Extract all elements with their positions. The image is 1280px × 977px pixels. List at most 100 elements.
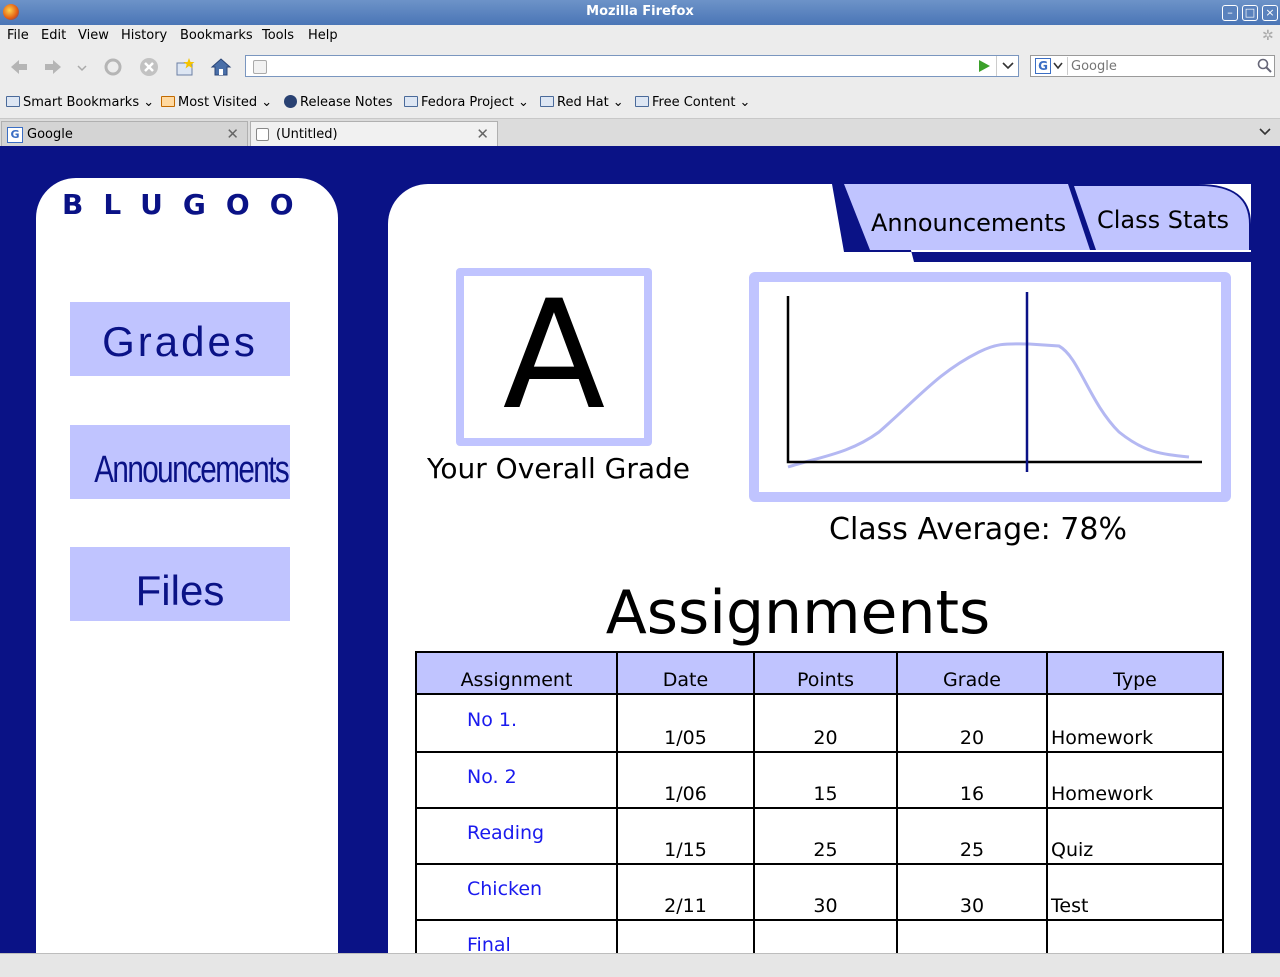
bookmark-fedora-project[interactable]: Fedora Project ⌄	[404, 95, 529, 110]
column-header-grade: Grade	[896, 651, 1048, 695]
maximize-button[interactable]: □	[1242, 5, 1258, 21]
sidebar-item-announcements[interactable]: Announcements	[70, 425, 290, 499]
assignment-grade: 25	[896, 807, 1048, 865]
assignment-points: 25	[753, 807, 898, 865]
folder-icon	[540, 96, 554, 107]
assignments-heading: Assignments	[605, 578, 991, 648]
reload-icon[interactable]	[102, 56, 124, 78]
url-dropdown-button[interactable]	[996, 56, 1019, 76]
chart-axes	[786, 296, 1202, 464]
back-icon[interactable]	[8, 56, 30, 78]
bookmarks-toolbar: Smart Bookmarks ⌄ Most Visited ⌄ Release…	[0, 88, 1280, 119]
search-bar[interactable]: G	[1030, 55, 1275, 77]
tab-class-stats[interactable]: Class Stats	[1097, 206, 1229, 234]
history-dropdown-icon[interactable]	[74, 56, 90, 78]
table-row: No 1. 1/05 20 20 Homework	[415, 693, 1224, 753]
search-icon[interactable]	[1257, 58, 1272, 73]
menu-file[interactable]: File	[7, 28, 29, 43]
fedora-icon	[284, 95, 297, 108]
page-favicon-icon	[256, 128, 269, 141]
status-bar	[0, 953, 1280, 977]
bookmark-most-visited[interactable]: Most Visited ⌄	[161, 95, 272, 110]
assignment-points: 40	[753, 919, 898, 953]
assignments-table: Assignment Date Points Grade Type No 1. …	[415, 651, 1224, 953]
page-identity-icon	[253, 60, 267, 74]
search-input[interactable]	[1071, 57, 1251, 75]
sidebar-item-grades[interactable]: Grades	[70, 302, 290, 376]
navigation-toolbar: G	[0, 46, 1280, 88]
menu-tools[interactable]: Tools	[262, 28, 294, 43]
assignment-type: Homework	[1046, 693, 1224, 753]
table-row: Final 2/12 40 40 Final	[415, 919, 1224, 953]
close-tab-icon[interactable]: ✕	[226, 125, 239, 143]
forward-icon[interactable]	[42, 56, 64, 78]
assignment-type: Homework	[1046, 751, 1224, 809]
google-favicon-icon: G	[7, 127, 23, 143]
google-icon: G	[1035, 58, 1051, 74]
assignment-type: Test	[1046, 863, 1224, 921]
main-panel: Announcements Class Stats A Your Overall…	[388, 184, 1251, 953]
close-tab-icon[interactable]: ✕	[476, 125, 489, 143]
tab-strip: G Google ✕ (Untitled) ✕	[0, 119, 1280, 146]
logo: BLUGOO	[62, 188, 314, 221]
bookmark-free-content[interactable]: Free Content ⌄	[635, 95, 750, 110]
chevron-down-icon	[1002, 62, 1014, 70]
stop-icon[interactable]	[138, 56, 160, 78]
assignment-points: 30	[753, 863, 898, 921]
assignment-link[interactable]: Chicken	[415, 863, 618, 921]
go-icon[interactable]	[977, 59, 991, 73]
window-titlebar: Mozilla Firefox – □ ×	[0, 0, 1280, 25]
column-header-assignment: Assignment	[415, 651, 618, 695]
table-header-row: Assignment Date Points Grade Type	[415, 651, 1224, 695]
folder-icon	[404, 96, 418, 107]
tab-untitled[interactable]: (Untitled) ✕	[250, 121, 498, 146]
assignment-type: Final	[1046, 919, 1224, 953]
menu-edit[interactable]: Edit	[41, 28, 66, 43]
overall-grade-box: A	[456, 268, 652, 446]
tab-google[interactable]: G Google ✕	[1, 121, 248, 146]
assignment-date: 1/05	[616, 693, 755, 753]
folder-icon	[6, 96, 20, 107]
assignment-link[interactable]: Final	[415, 919, 618, 953]
tab-list-chevron-icon[interactable]	[1258, 127, 1272, 137]
sidebar-item-label: Files	[135, 567, 225, 614]
tab-announcements[interactable]: Announcements	[871, 209, 1066, 237]
assignment-link[interactable]: No 1.	[415, 693, 618, 753]
table-row: Chicken 2/11 30 30 Test	[415, 863, 1224, 921]
assignment-points: 15	[753, 751, 898, 809]
menu-help[interactable]: Help	[308, 28, 338, 43]
grade-letter: A	[502, 269, 606, 443]
assignment-grade: 16	[896, 751, 1048, 809]
new-bookmark-icon[interactable]	[174, 56, 196, 78]
assignment-grade: 20	[896, 693, 1048, 753]
assignment-type: Quiz	[1046, 807, 1224, 865]
sidebar-item-files[interactable]: Files	[70, 547, 290, 621]
minimize-button[interactable]: –	[1222, 5, 1238, 21]
bookmark-release-notes[interactable]: Release Notes	[284, 95, 392, 110]
distribution-curve	[787, 342, 1190, 469]
menu-bookmarks[interactable]: Bookmarks	[180, 28, 253, 43]
assignment-date: 1/15	[616, 807, 755, 865]
assignment-link[interactable]: Reading	[415, 807, 618, 865]
table-row: No. 2 1/06 15 16 Homework	[415, 751, 1224, 809]
url-input[interactable]	[274, 57, 964, 75]
overall-grade-label: Your Overall Grade	[426, 452, 690, 485]
throbber-icon: ✲	[1262, 28, 1274, 44]
column-header-type: Type	[1046, 651, 1224, 695]
home-icon[interactable]	[210, 56, 232, 78]
chevron-down-icon	[1053, 62, 1063, 70]
assignment-date: 2/11	[616, 863, 755, 921]
assignment-grade: 40	[896, 919, 1048, 953]
bookmark-red-hat[interactable]: Red Hat ⌄	[540, 95, 624, 110]
menu-view[interactable]: View	[78, 28, 109, 43]
menu-history[interactable]: History	[121, 28, 167, 43]
assignment-grade: 30	[896, 863, 1048, 921]
url-bar[interactable]	[245, 55, 1019, 77]
bookmark-smart-bookmarks[interactable]: Smart Bookmarks ⌄	[6, 95, 154, 110]
column-header-date: Date	[616, 651, 755, 695]
sidebar-panel: BLUGOO Grades Announcements Files	[36, 178, 338, 953]
assignment-date: 2/12	[616, 919, 755, 953]
search-engine-selector[interactable]: G	[1033, 57, 1068, 75]
close-window-button[interactable]: ×	[1262, 5, 1278, 21]
assignment-link[interactable]: No. 2	[415, 751, 618, 809]
